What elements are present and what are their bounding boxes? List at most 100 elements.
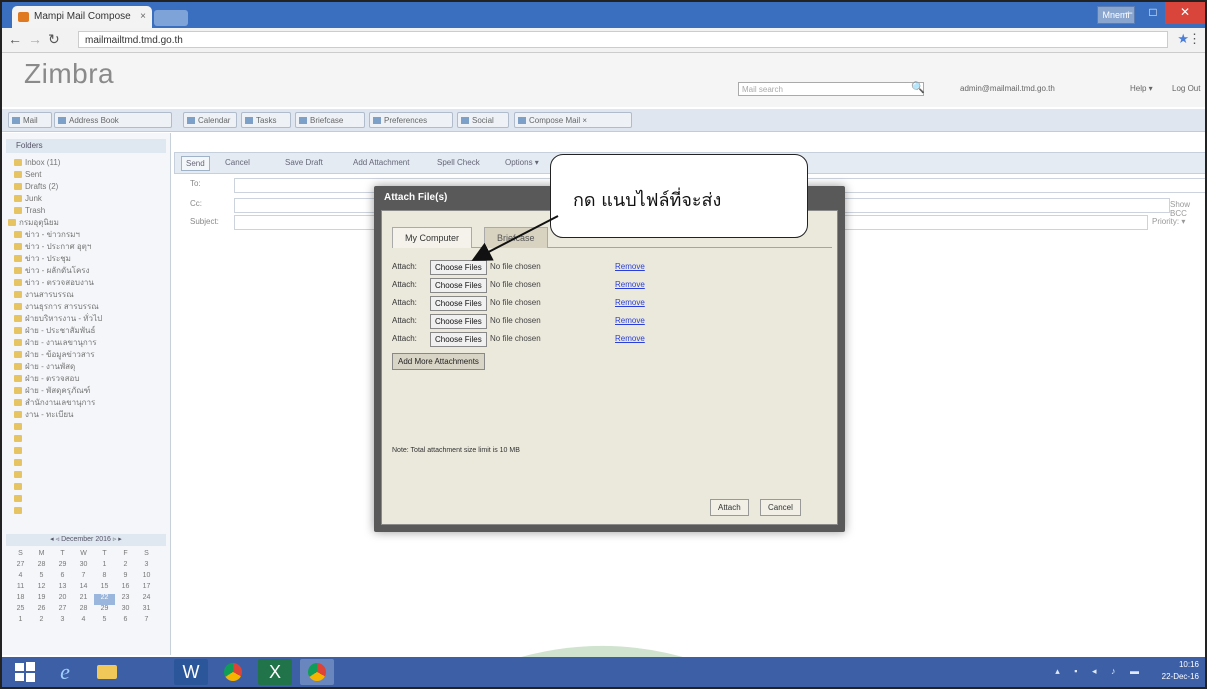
chrome-icon[interactable] [216,659,250,685]
tab-my-computer[interactable]: My Computer [392,227,473,248]
browser-tab[interactable]: Mampi Mail Compose × [12,6,152,28]
spell-check-button[interactable]: Spell Check [437,156,480,169]
remove-link[interactable]: Remove [615,295,645,311]
calendar-day[interactable]: 23 [115,594,136,605]
calendar-day[interactable]: 30 [115,605,136,616]
folder-list-item[interactable] [14,421,165,432]
calendar-day[interactable]: 3 [52,616,73,627]
calendar-day[interactable]: 2 [115,561,136,572]
attach-button[interactable]: Attach [710,499,749,516]
excel-icon[interactable]: X [258,659,292,685]
remove-link[interactable]: Remove [615,331,645,347]
calendar-day[interactable]: 20 [52,594,73,605]
calendar-day[interactable]: 10 [136,572,157,583]
folders-header[interactable]: Folders [6,139,166,153]
add-attachment-button[interactable]: Add Attachment [353,156,409,169]
calendar-day[interactable]: 5 [94,616,115,627]
calendar-day[interactable]: 22 [94,594,115,605]
tab-briefcase[interactable]: Briefcase [484,227,548,248]
calendar-day[interactable]: 5 [31,572,52,583]
folder-list-item[interactable] [14,457,165,468]
calendar-day[interactable]: 18 [10,594,31,605]
folder-list-item[interactable] [14,469,165,480]
choose-files-button[interactable]: Choose Files [430,314,487,329]
folder-list-item[interactable]: ข่าว - ประชุม [14,253,165,264]
app-tab-address-book[interactable]: Address Book [54,112,172,128]
folder-list-item[interactable]: ข่าว - ผลักดันโครง [14,265,165,276]
folder-list-item[interactable]: งานสารบรรณ [14,289,165,300]
folder-list-item[interactable] [14,493,165,504]
calendar-day[interactable]: 30 [73,561,94,572]
windows-start-icon[interactable] [8,659,42,685]
calendar-day[interactable]: 4 [10,572,31,583]
calendar-day[interactable]: 3 [136,561,157,572]
folder-list-item[interactable]: ข่าว - ตรวจสอบงาน [14,277,165,288]
word-icon[interactable]: W [174,659,208,685]
folder-list-item[interactable] [14,505,165,516]
folder-list-item[interactable]: ฝ่าย - พัสดุครุภัณฑ์ [14,385,165,396]
calendar-day[interactable]: 13 [52,583,73,594]
choose-files-button[interactable]: Choose Files [430,278,487,293]
calendar-day[interactable]: 27 [52,605,73,616]
calendar-day[interactable]: 16 [115,583,136,594]
calendar-day[interactable]: 19 [31,594,52,605]
send-button[interactable]: Send [181,156,210,171]
folder-list-item[interactable]: ข่าว - ข่าวกรมฯ [14,229,165,240]
app-tab-social[interactable]: Social [457,112,509,128]
choose-files-button[interactable]: Choose Files [430,332,487,347]
app-tab-briefcase[interactable]: Briefcase [295,112,365,128]
app-tab-mail[interactable]: Mail [8,112,52,128]
browser-menu-icon[interactable]: ⋮ [1188,31,1201,47]
url-field[interactable]: mailmailtmd.tmd.go.th [78,31,1168,48]
folder-list-item[interactable]: ฝ่าย - ตรวจสอบ [14,373,165,384]
folder-list-item[interactable] [14,433,165,444]
calendar-day[interactable]: 2 [31,616,52,627]
folder-drafts[interactable]: Drafts (2) [14,181,165,192]
options-button[interactable]: Options ▾ [505,156,539,169]
save-draft-button[interactable]: Save Draft [285,156,323,169]
zimbra-search-input[interactable]: Mail search [738,82,924,96]
taskbar-clock[interactable]: 10:16 22-Dec-16 [1162,659,1199,683]
show-bcc-link[interactable]: Show BCC [1170,200,1205,218]
app-tab-compose[interactable]: Compose Mail × [514,112,632,128]
calendar-day[interactable]: 8 [94,572,115,583]
calendar-day[interactable]: 9 [115,572,136,583]
maximize-icon[interactable]: □ [1141,2,1165,24]
folder-list-item[interactable] [14,481,165,492]
help-menu[interactable]: Help ▾ [1130,84,1153,93]
calendar-day[interactable]: 28 [31,561,52,572]
remove-link[interactable]: Remove [615,277,645,293]
cancel-button[interactable]: Cancel [760,499,801,516]
folder-trash[interactable]: Trash [14,205,165,216]
calendar-day[interactable]: 21 [73,594,94,605]
mini-calendar-month[interactable]: ◂ ◃ December 2016 ▹ ▸ [6,534,166,546]
user-account-link[interactable]: admin@mailmail.tmd.go.th [960,84,1055,93]
choose-files-button[interactable]: Choose Files [430,296,487,311]
calendar-day[interactable]: 1 [94,561,115,572]
folder-sent[interactable]: Sent [14,169,165,180]
choose-files-button[interactable]: Choose Files [430,260,487,275]
calendar-day[interactable]: 14 [73,583,94,594]
calendar-day[interactable]: 28 [73,605,94,616]
folder-list-item[interactable] [14,445,165,456]
priority-selector[interactable]: Priority: ▾ [1152,217,1185,226]
app-tab-calendar[interactable]: Calendar [183,112,237,128]
folder-list-item[interactable]: สำนักงานเลขานุการ [14,397,165,408]
minimize-icon[interactable]: – [1117,2,1141,24]
calendar-day[interactable]: 6 [52,572,73,583]
folder-list-item[interactable]: ฝ่ายบริหารงาน - ทั่วไป [14,313,165,324]
app-tab-tasks[interactable]: Tasks [241,112,291,128]
new-tab-button[interactable] [154,10,188,26]
calendar-day[interactable]: 17 [136,583,157,594]
calendar-day[interactable]: 4 [73,616,94,627]
remove-link[interactable]: Remove [615,313,645,329]
folder-list-item[interactable]: ฝ่าย - งานเลขานุการ [14,337,165,348]
forward-arrow-icon[interactable]: → [28,31,42,47]
folder-inbox[interactable]: Inbox (11) [14,157,165,168]
folder-list-item[interactable]: งาน - ทะเบียน [14,409,165,420]
calendar-day[interactable]: 11 [10,583,31,594]
tab-close-icon[interactable]: × [140,6,146,28]
add-more-attachments-button[interactable]: Add More Attachments [392,353,485,370]
back-arrow-icon[interactable]: ← [8,31,22,47]
internet-explorer-icon[interactable]: e [48,659,82,685]
